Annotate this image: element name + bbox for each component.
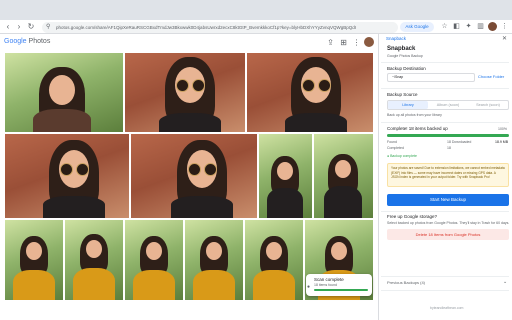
source-note: Back up all photos from your library xyxy=(387,113,442,117)
tab-library[interactable]: Library xyxy=(388,101,428,109)
upload-icon[interactable]: ⇪ xyxy=(326,38,335,47)
photo-thumbnail[interactable] xyxy=(5,220,63,300)
photo-thumbnail[interactable] xyxy=(125,220,183,300)
delete-from-google-photos-button[interactable]: Delete 18 Items from Google Photos xyxy=(387,229,509,240)
account-avatar[interactable] xyxy=(364,37,374,47)
panel-header-title: Snapback xyxy=(386,36,407,41)
close-panel-icon[interactable]: ✕ xyxy=(502,35,507,42)
divider xyxy=(381,290,509,291)
divider xyxy=(381,122,509,123)
free-up-label: Free up Google storage? xyxy=(387,214,438,219)
url-text[interactable]: photos.google.com/share/AF1QipXeRauRSCGB… xyxy=(56,24,356,31)
back-icon[interactable]: ‹ xyxy=(3,22,13,32)
progress-fill xyxy=(387,134,509,137)
photo-thumbnail[interactable] xyxy=(259,134,312,218)
forward-icon[interactable]: › xyxy=(14,22,24,32)
destination-label: Backup Destination xyxy=(387,66,426,71)
backup-status: ● Backup complete xyxy=(387,154,417,158)
logo-photos-text: Photos xyxy=(28,38,51,45)
photo-thumbnail[interactable] xyxy=(185,220,243,300)
tab-search[interactable]: Search (soon) xyxy=(468,101,508,109)
ask-google-button[interactable]: Ask Google xyxy=(400,22,434,32)
progress-percent: 100% xyxy=(498,127,507,131)
add-to-album-icon[interactable]: ⊞ xyxy=(339,38,348,47)
reload-icon[interactable]: ↻ xyxy=(26,22,36,32)
photo-thumbnail[interactable] xyxy=(314,134,373,218)
toast-subtitle: 18 items found xyxy=(314,283,337,287)
logo-google-text: Google xyxy=(4,38,27,45)
toast-title: Scan complete xyxy=(314,277,344,282)
chevron-down-icon[interactable]: ⌄ xyxy=(503,279,507,285)
photo-thumbnail[interactable] xyxy=(247,53,373,132)
photo-thumbnail[interactable] xyxy=(245,220,303,300)
site-info-icon[interactable]: ⚲ xyxy=(46,23,50,30)
destination-value: ~/Snap xyxy=(392,75,404,79)
photo-thumbnail[interactable] xyxy=(125,53,245,132)
stat-row-completed: Completed 18 xyxy=(387,145,509,151)
start-new-backup-button[interactable]: Start New Backup xyxy=(387,194,509,206)
backup-status-text: Backup complete xyxy=(390,154,417,158)
toast-progress-fill xyxy=(314,289,368,291)
panel-title: Snapback xyxy=(387,46,416,52)
extensions-puzzle-icon[interactable]: ✦ xyxy=(464,22,473,31)
stat-mid: 18 xyxy=(447,146,451,150)
browser-menu-icon[interactable]: ⋮ xyxy=(500,22,509,31)
panel-subtitle: Google Photos Backup xyxy=(387,54,423,58)
photo-thumbnail[interactable] xyxy=(65,220,123,300)
side-panel-icon[interactable]: ▥ xyxy=(476,22,485,31)
divider xyxy=(381,88,509,89)
progress-label: Complete! 18 items backed up xyxy=(387,126,448,131)
photos-header xyxy=(0,34,375,50)
google-photos-logo[interactable]: Google Photos xyxy=(4,37,50,47)
toast-status-icon: ● xyxy=(307,284,311,290)
free-up-note: Select backed up photos from Google Phot… xyxy=(387,221,509,225)
choose-folder-button[interactable]: Choose Folder xyxy=(478,74,504,79)
divider xyxy=(381,211,509,212)
divider xyxy=(381,276,509,277)
tab-album[interactable]: Album (soon) xyxy=(428,101,468,109)
divider xyxy=(381,62,509,63)
metadata-warning: Your photos are saved! Due to extension … xyxy=(387,163,509,187)
photo-thumbnail[interactable] xyxy=(131,134,257,218)
stat-label: Completed xyxy=(387,146,404,150)
profile-avatar[interactable] xyxy=(488,22,497,31)
extension-snapback-icon[interactable]: ◧ xyxy=(452,22,461,31)
browser-titlebar xyxy=(0,0,512,20)
bookmark-star-icon[interactable]: ☆ xyxy=(440,22,449,31)
source-label: Backup Source xyxy=(387,92,418,97)
photo-thumbnail[interactable] xyxy=(5,53,123,132)
panel-footer[interactable]: byteandleafbean.com xyxy=(430,306,463,310)
previous-backups-toggle[interactable]: Previous Backups (4) xyxy=(387,280,425,285)
photo-grid xyxy=(0,50,375,300)
photo-thumbnail[interactable] xyxy=(5,134,129,218)
more-options-icon[interactable]: ⋮ xyxy=(352,38,361,47)
